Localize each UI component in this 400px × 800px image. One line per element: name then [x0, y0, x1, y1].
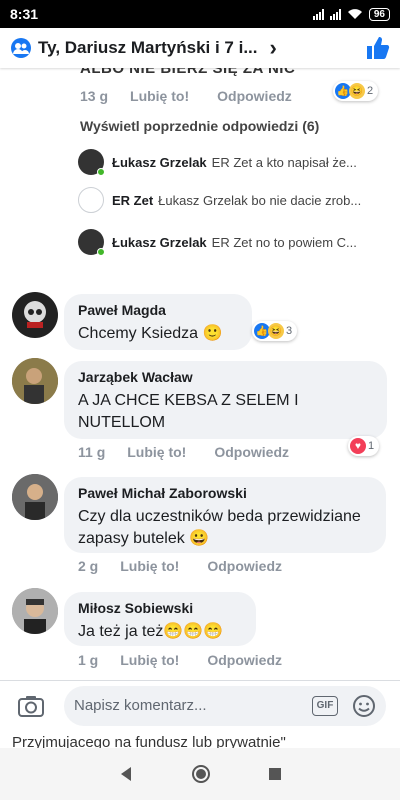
signal-icon-2 [329, 8, 341, 20]
comment-meta: 13 g Lubię to! Odpowiedz [80, 88, 292, 104]
status-bar: 8:31 96 [0, 0, 400, 28]
back-icon[interactable] [118, 766, 134, 782]
comment-text: A JA CHCE KEBSA Z SELEM I NUTELLOM [78, 392, 299, 431]
like-link[interactable]: Lubię to! [120, 558, 179, 574]
reply-link[interactable]: Odpowiedz [217, 88, 292, 104]
gif-button[interactable]: GIF [312, 695, 338, 716]
view-previous-replies-link[interactable]: Wyświetl poprzednie odpowiedzi (6) [80, 118, 319, 134]
background-post-text: Przyjmujacego na fundusz lub prywatnie" [0, 730, 400, 748]
comment-author[interactable]: Paweł Magda [78, 302, 238, 318]
reply-link[interactable]: Odpowiedz [207, 558, 282, 574]
reply-author[interactable]: Łukasz Grzelak [112, 155, 207, 170]
like-link[interactable]: Lubię to! [130, 88, 189, 104]
reaction-count: 1 [368, 440, 375, 452]
comment-text: Czy dla uczestników beda przewidziane za… [78, 508, 361, 547]
comments-feed[interactable]: ALBO NIE BIERZ SIĘ ZA NIC 13 g Lubię to!… [0, 68, 400, 680]
avatar[interactable] [12, 474, 58, 520]
reply-link[interactable]: Odpowiedz [207, 652, 282, 668]
avatar [78, 187, 104, 213]
comment-time: 13 g [80, 88, 109, 104]
comment-author[interactable]: Jarząbek Wacław [78, 369, 373, 385]
reaction-badge[interactable]: 👍 😆 3 [252, 321, 298, 341]
comment-meta: 2 g Lubię to! Odpowiedz [78, 558, 282, 574]
profile-photo [12, 588, 58, 634]
reply-item[interactable]: Łukasz Grzelak ER Zet no to powiem C... [78, 228, 388, 256]
reply-link[interactable]: Odpowiedz [214, 444, 289, 460]
comment-bubble[interactable]: Miłosz Sobiewski Ja też ja też😁😁😁 [64, 592, 256, 646]
emoji-icon[interactable] [352, 694, 376, 718]
recents-icon[interactable] [268, 767, 282, 781]
reaction-count: 2 [367, 85, 374, 97]
background-text: Przyjmujacego na fundusz lub prywatnie" [12, 734, 286, 748]
comment-input-placeholder: Napisz komentarz... [74, 697, 207, 714]
reply-item[interactable]: ER Zet Łukasz Grzelak bo nie dacie zrob.… [78, 186, 388, 214]
avatar [78, 229, 105, 256]
haha-reaction-icon: 😆 [349, 83, 365, 99]
comment-input[interactable]: Napisz komentarz... GIF [64, 685, 386, 726]
online-indicator [97, 248, 105, 256]
reaction-badge[interactable]: ♥ 1 [348, 436, 380, 456]
reply-text: ER Zet a kto napisał że... [211, 154, 357, 170]
group-icon [11, 38, 31, 58]
reply-author[interactable]: ER Zet [112, 193, 153, 208]
comment-composer: Napisz komentarz... GIF [0, 680, 400, 730]
reply-text: Łukasz Grzelak bo nie dacie zrob... [158, 192, 362, 208]
like-link[interactable]: Lubię to! [127, 444, 186, 460]
wifi-icon [347, 9, 362, 19]
system-navigation-bar [0, 748, 400, 800]
haha-reaction-icon: 😆 [268, 323, 284, 339]
profile-photo [12, 358, 58, 404]
conversation-header: Ty, Dariusz Martyński i 7 i... › [0, 28, 400, 68]
camera-icon[interactable] [14, 689, 48, 723]
skull-avatar-image [24, 301, 46, 328]
comment-meta: 1 g Lubię to! Odpowiedz [78, 652, 282, 668]
reply-text: ER Zet no to powiem C... [211, 234, 357, 250]
comment-time: 11 g [78, 444, 106, 460]
home-icon[interactable] [191, 764, 211, 784]
comment-author[interactable]: Paweł Michał Zaborowski [78, 485, 372, 501]
comment-bubble[interactable]: Jarząbek Wacław A JA CHCE KEBSA Z SELEM … [64, 361, 387, 439]
comment-bubble[interactable]: Paweł Magda Chcemy Ksiedza 🙂 [64, 294, 252, 350]
thumbs-up-icon[interactable] [364, 35, 390, 61]
avatar[interactable] [12, 292, 58, 338]
reaction-count: 3 [286, 325, 293, 337]
header-title[interactable]: Ty, Dariusz Martyński i 7 i... [38, 38, 258, 58]
comment-meta: 11 g Lubię to! Odpowiedz [78, 444, 289, 460]
avatar [78, 149, 105, 176]
comment-author[interactable]: Miłosz Sobiewski [78, 600, 242, 616]
reply-author[interactable]: Łukasz Grzelak [112, 235, 207, 250]
love-reaction-icon: ♥ [350, 438, 366, 454]
comment-text-partial: ALBO NIE BIERZ SIĘ ZA NIC [80, 68, 296, 77]
online-indicator [97, 168, 105, 176]
avatar[interactable] [12, 588, 58, 634]
comment-time: 1 g [78, 652, 99, 668]
status-time: 8:31 [10, 6, 39, 22]
like-link[interactable]: Lubię to! [120, 652, 179, 668]
reaction-badge[interactable]: 👍 😆 2 [333, 81, 379, 101]
comment-text: Ja też ja też😁😁😁 [78, 623, 224, 640]
battery-indicator: 96 [368, 7, 390, 21]
avatar[interactable] [12, 358, 58, 404]
signal-icon [312, 8, 324, 20]
comment-text: Chcemy Ksiedza 🙂 [78, 325, 223, 342]
chevron-right-icon[interactable]: › [270, 35, 277, 61]
comment-time: 2 g [78, 558, 99, 574]
profile-photo [12, 474, 58, 520]
reply-item[interactable]: Łukasz Grzelak ER Zet a kto napisał że..… [78, 148, 388, 176]
comment-bubble[interactable]: Paweł Michał Zaborowski Czy dla uczestni… [64, 477, 386, 553]
